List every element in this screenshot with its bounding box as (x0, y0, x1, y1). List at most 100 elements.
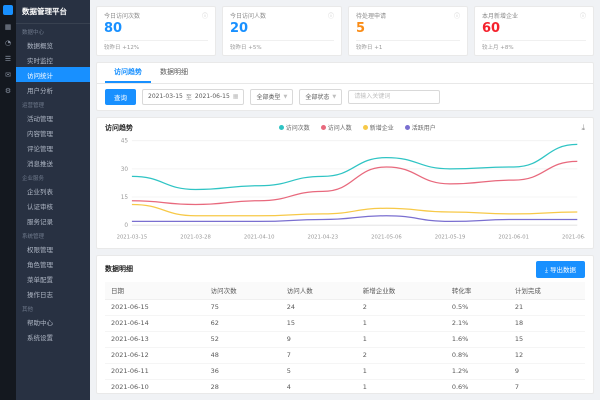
table-cell: 7 (281, 347, 357, 363)
status-select[interactable]: 全部状态 ▼ (299, 89, 342, 105)
svg-text:2021-05-06: 2021-05-06 (371, 234, 402, 240)
sidebar-item[interactable]: 实时监控 (16, 52, 90, 67)
stat-card-value: 60 (482, 20, 586, 38)
sidebar-item[interactable]: 活动管理 (16, 110, 90, 125)
table-row[interactable]: 2021-06-1248720.8%12 (105, 347, 585, 363)
stat-card-subtext: 较上月 +8% (482, 40, 586, 51)
chart-line-series (132, 144, 577, 189)
chart-header: 访问趋势 访问次数访问人数新增企业活跃用户 ⤓ (105, 123, 585, 133)
stat-card-label: 本月新增企业ⓘ (482, 11, 586, 20)
info-icon[interactable]: ⓘ (580, 11, 586, 20)
table-panel: 数据明细 ⤓ 导出数据 日期访问次数访问人数新增企业数转化率计划完成 2021-… (96, 255, 594, 394)
download-icon[interactable]: ⤓ (581, 124, 585, 132)
sidebar-item[interactable]: 帮助中心 (16, 314, 90, 329)
sidebar-item[interactable]: 消息推送 (16, 155, 90, 170)
stat-cards: 今日访问次数ⓘ80较昨日 +12%今日访问人数ⓘ20较昨日 +5%待处理申请ⓘ5… (96, 6, 594, 56)
table-cell: 48 (205, 347, 281, 363)
legend-dot-icon (363, 125, 368, 130)
info-icon[interactable]: ⓘ (202, 11, 208, 20)
svg-text:2021-04-23: 2021-04-23 (307, 234, 338, 240)
table-row[interactable]: 2021-06-1352911.6%15 (105, 331, 585, 347)
calendar-icon: ▦ (233, 93, 239, 100)
table-row[interactable]: 2021-06-14621512.1%18 (105, 315, 585, 331)
svg-text:2021-04-10: 2021-04-10 (244, 234, 275, 240)
stat-card: 本月新增企业ⓘ60 较上月 +8% (474, 6, 594, 56)
export-button[interactable]: ⤓ 导出数据 (536, 261, 585, 278)
svg-text:45: 45 (121, 138, 129, 144)
table-row[interactable]: 2021-06-1028410.6%7 (105, 379, 585, 394)
table-cell: 28 (205, 379, 281, 394)
sidebar-item[interactable]: 数据概览 (16, 37, 90, 52)
svg-text:15: 15 (121, 194, 129, 200)
table-title: 数据明细 (105, 264, 133, 274)
info-icon[interactable]: ⓘ (328, 11, 334, 20)
table-cell: 15 (281, 315, 357, 331)
tab-bar: 访问趋势数据明细 (97, 63, 593, 84)
sidebar-item[interactable]: 内容管理 (16, 125, 90, 140)
stat-card: 今日访问人数ⓘ20较昨日 +5% (222, 6, 342, 56)
table-head: 日期访问次数访问人数新增企业数转化率计划完成 (105, 282, 585, 300)
sidebar-item[interactable]: 认证审核 (16, 198, 90, 213)
column-header: 计划完成 (509, 282, 585, 300)
table-cell: 1 (357, 315, 446, 331)
message-icon[interactable]: ✉ (5, 72, 11, 79)
table-body: 2021-06-15752420.5%212021-06-14621512.1%… (105, 299, 585, 394)
svg-text:2021-03-28: 2021-03-28 (180, 234, 211, 240)
dashboard-icon[interactable]: ▦ (5, 24, 12, 31)
sidebar-item[interactable]: 菜单配置 (16, 271, 90, 286)
chart-icon[interactable]: ◔ (5, 40, 11, 47)
sidebar-item[interactable]: 服务记录 (16, 213, 90, 228)
table-cell: 5 (281, 363, 357, 379)
sidebar-item[interactable]: 用户分析 (16, 82, 90, 97)
sidebar-item[interactable]: 企业列表 (16, 183, 90, 198)
legend-item[interactable]: 访问次数 (279, 123, 310, 132)
table-row[interactable]: 2021-06-15752420.5%21 (105, 299, 585, 315)
data-table: 日期访问次数访问人数新增企业数转化率计划完成 2021-06-15752420.… (105, 282, 585, 394)
sidebar-item[interactable]: 系统设置 (16, 329, 90, 344)
sidebar-item[interactable]: 权限管理 (16, 241, 90, 256)
table-cell: 7 (509, 379, 585, 394)
date-start-value[interactable]: 2021-03-15 (148, 93, 183, 100)
legend-item[interactable]: 活跃用户 (405, 123, 436, 132)
app-logo-icon (3, 5, 13, 15)
date-range-picker[interactable]: 2021-03-15 至 2021-06-15 ▦ (142, 89, 244, 105)
sidebar-item[interactable]: 访问统计 (16, 67, 90, 82)
table-cell: 9 (281, 331, 357, 347)
menu-group-header: 其他 (16, 301, 90, 314)
menu-group-header: 系统管理 (16, 228, 90, 241)
date-end-value[interactable]: 2021-06-15 (195, 93, 230, 100)
sidebar: 数据管理平台 数据中心数据概览实时监控访问统计用户分析运营管理活动管理内容管理评… (16, 0, 90, 400)
table-cell: 2 (357, 347, 446, 363)
sidebar-item[interactable]: 操作日志 (16, 286, 90, 301)
table-cell: 2021-06-10 (105, 379, 205, 394)
legend-dot-icon (405, 125, 410, 130)
table-cell: 4 (281, 379, 357, 394)
keyword-input[interactable] (348, 90, 440, 104)
legend-item[interactable]: 新增企业 (363, 123, 394, 132)
tab-active[interactable]: 访问趋势 (105, 63, 151, 83)
legend-item[interactable]: 访问人数 (321, 123, 352, 132)
table-cell: 21 (509, 299, 585, 315)
table-cell: 9 (509, 363, 585, 379)
gear-icon[interactable]: ⚙ (5, 88, 11, 95)
query-button[interactable]: 查询 (105, 89, 136, 105)
tab-inactive[interactable]: 数据明细 (151, 63, 197, 83)
trend-chart: 01530452021-03-152021-03-282021-04-10202… (105, 133, 585, 246)
sidebar-item[interactable]: 评论管理 (16, 140, 90, 155)
chevron-down-icon: ▼ (283, 94, 287, 100)
info-icon[interactable]: ⓘ (454, 11, 460, 20)
column-header: 新增企业数 (357, 282, 446, 300)
table-cell: 36 (205, 363, 281, 379)
date-separator: 至 (186, 92, 192, 101)
stat-card: 今日访问次数ⓘ80较昨日 +12% (96, 6, 216, 56)
chart-panel: 访问趋势 访问次数访问人数新增企业活跃用户 ⤓ 01530452021-03-1… (96, 117, 594, 249)
table-cell: 1.6% (446, 331, 509, 347)
list-icon[interactable]: ☰ (5, 56, 11, 63)
type-select[interactable]: 全部类型 ▼ (250, 89, 293, 105)
stat-card-value: 80 (104, 20, 208, 38)
filter-bar: 查询 2021-03-15 至 2021-06-15 ▦ 全部类型 ▼ 全部状态… (97, 84, 593, 110)
table-header-row: 数据明细 ⤓ 导出数据 (105, 261, 585, 278)
sidebar-item[interactable]: 角色管理 (16, 256, 90, 271)
table-row[interactable]: 2021-06-1136511.2%9 (105, 363, 585, 379)
table-cell: 62 (205, 315, 281, 331)
